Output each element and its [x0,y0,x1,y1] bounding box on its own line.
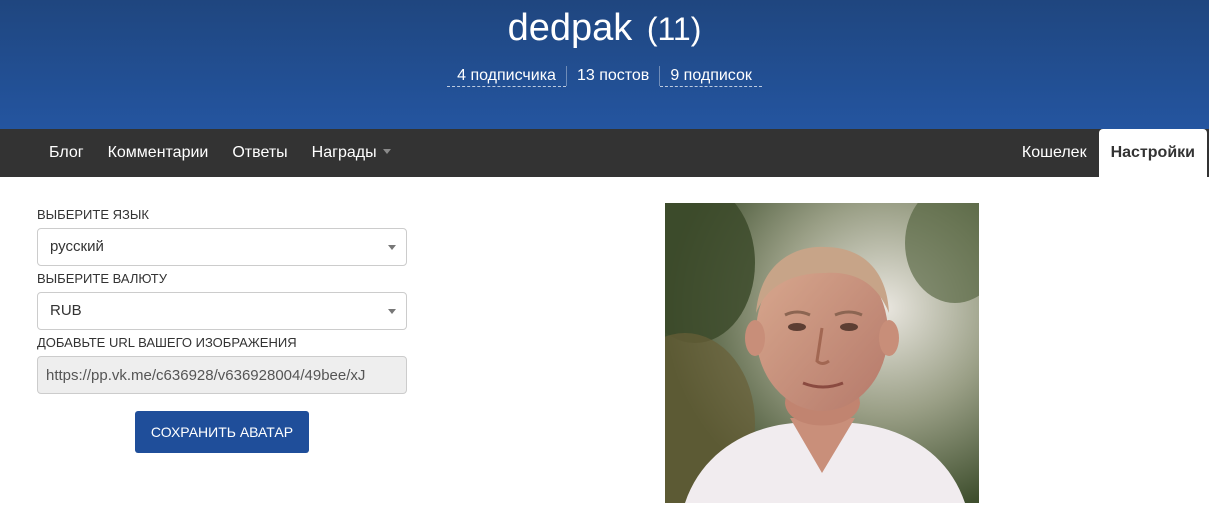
dropdown-arrow-icon [388,245,396,250]
save-button-wrap: Сохранить аватар [37,411,407,453]
tab-settings[interactable]: Настройки [1098,129,1207,177]
user-rating: (11) [646,11,702,47]
language-label: Выберите язык [37,207,149,222]
subscriptions-link[interactable]: 9 подписок [660,66,762,87]
nav-right-group: Кошелек Настройки [1010,129,1207,177]
save-avatar-button[interactable]: Сохранить аватар [134,411,310,453]
currency-value: RUB [50,302,82,319]
profile-header: dedpak (11) 4 подписчика 13 постов 9 под… [0,0,1209,129]
tab-awards-dropdown[interactable]: Награды [300,129,403,177]
avatar-photo [665,203,979,503]
nav-left-group: Блог Комментарии Ответы Награды [37,129,403,177]
tab-wallet[interactable]: Кошелек [1010,129,1099,177]
tab-answers[interactable]: Ответы [220,129,299,177]
profile-navbar: Блог Комментарии Ответы Награды Кошелек … [0,129,1209,177]
currency-select[interactable]: RUB [37,292,407,330]
tab-comments[interactable]: Комментарии [96,129,221,177]
chevron-down-icon [382,148,391,154]
avatar-image [665,203,979,503]
username: dedpak [507,7,633,49]
subscribers-link[interactable]: 4 подписчика [447,66,566,87]
language-value: русский [50,238,104,255]
posts-count: 13 постов [576,67,650,84]
tab-blog[interactable]: Блог [37,129,96,177]
currency-label: Выберите валюту [37,271,167,286]
settings-form: Выберите язык русский Выберите валюту RU… [37,202,407,453]
tab-awards-label: Награды [311,144,377,161]
profile-stats: 4 подписчика 13 постов 9 подписок [0,64,1209,88]
image-url-label: Добавьте URL вашего изображения [37,335,297,350]
language-select[interactable]: русский [37,228,407,266]
profile-title: dedpak (11) [0,4,1209,53]
dropdown-arrow-icon [388,309,396,314]
image-url-input[interactable] [37,356,407,394]
